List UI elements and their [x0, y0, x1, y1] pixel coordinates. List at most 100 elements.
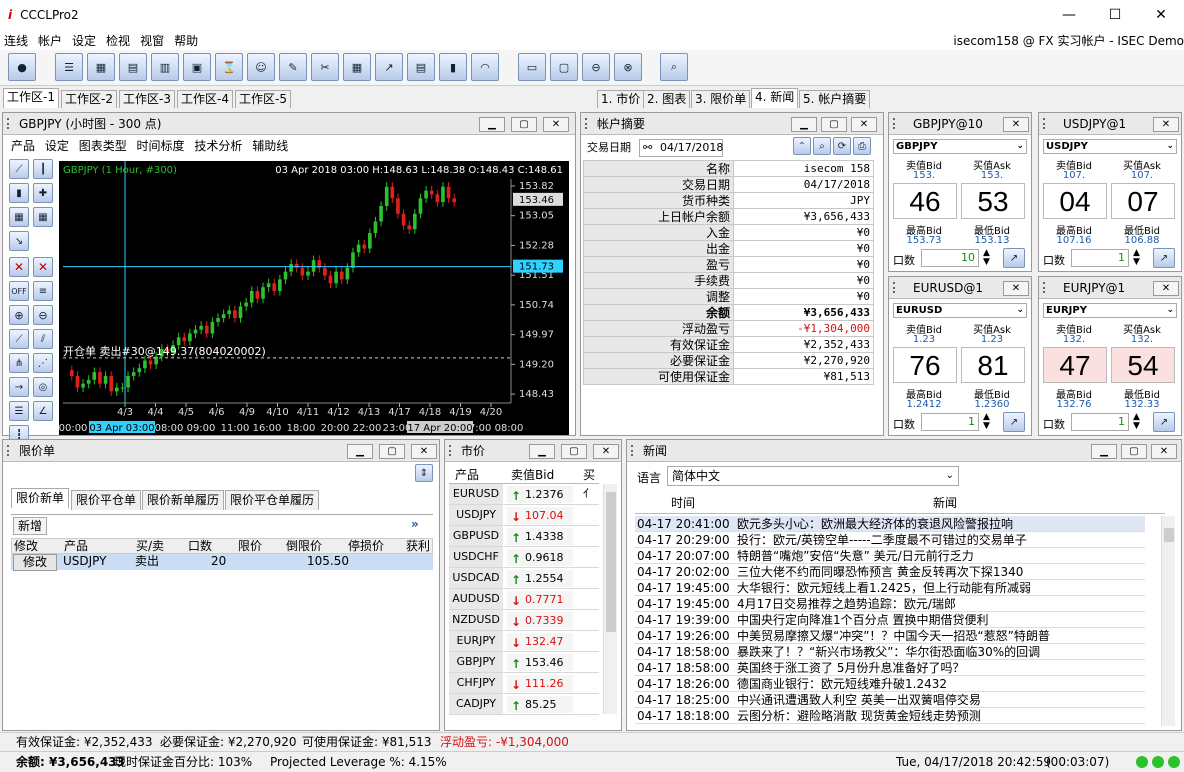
zoom-in-icon[interactable]: ⊕ [9, 305, 29, 325]
channel-icon[interactable]: ⫽ [33, 329, 53, 349]
chart-menu-settings[interactable]: 设定 [45, 139, 69, 153]
market-close-button[interactable]: ✕ [593, 444, 619, 459]
quote-close-button[interactable]: ✕ [1003, 117, 1029, 132]
maximize-button[interactable]: ☐ [1092, 0, 1138, 30]
tab-workspace-1[interactable]: 工作区-1 [3, 88, 59, 108]
arc-icon[interactable]: ◎ [33, 377, 53, 397]
book-icon[interactable]: ▤ [119, 53, 147, 81]
expand-icon[interactable]: » [411, 517, 419, 531]
tools-icon[interactable]: ✂ [311, 53, 339, 81]
chart-close-button[interactable]: ✕ [543, 117, 569, 132]
menu-help[interactable]: 帮助 [174, 32, 198, 49]
table-icon[interactable]: ▦ [343, 53, 371, 81]
quote-close-button[interactable]: ✕ [1153, 117, 1179, 132]
market-bid[interactable]: ↓ 132.47 [507, 633, 573, 650]
tab-limit-close-history[interactable]: 限价平仓单履历 [225, 490, 320, 510]
buy-button[interactable]: 81 [961, 347, 1025, 383]
limit-close-button[interactable]: ✕ [411, 444, 437, 459]
news-item[interactable]: 04-17 18:58:00 英国终于涨工资了 5月份升息准备好了吗？ [635, 660, 1145, 676]
news-scrollbar[interactable] [1161, 516, 1175, 726]
grid-icon[interactable]: ▦ [9, 207, 29, 227]
qty-input[interactable]: 1 [921, 413, 979, 431]
qty-stepper[interactable]: ▲ ▼ [1133, 413, 1140, 431]
news-item[interactable]: 04-17 18:26:00 德国商业银行：欧元短线难升破1.2432 [635, 676, 1145, 692]
list-item[interactable]: USDCHF ↑ 0.9618 [449, 547, 599, 568]
pitchfork-icon[interactable]: ⋔ [9, 353, 29, 373]
sell-button[interactable]: 04 [1043, 183, 1107, 219]
tab-limit-new[interactable]: 限价新单 [11, 488, 70, 508]
window-close-icon[interactable]: ⊗ [614, 53, 642, 81]
news-item[interactable]: 04-17 18:58:00 暴跌来了！？“新兴市场教父”：华尔街恐面临30%的回… [635, 644, 1145, 660]
layout-icon[interactable]: ▭ [518, 53, 546, 81]
buy-button[interactable]: 54 [1111, 347, 1175, 383]
list-icon[interactable]: ☰ [55, 53, 83, 81]
news-lang-select[interactable]: 简体中文 ⌄ [667, 466, 959, 486]
market-bid[interactable]: ↑ 153.46 [507, 654, 573, 671]
order-icon[interactable]: ▣ [183, 53, 211, 81]
news-item[interactable]: 04-17 18:18:00 云图分析：避险略消散 现货黄金短线走势预测 [635, 708, 1145, 724]
list-item[interactable]: USDCAD ↑ 1.2554 [449, 568, 599, 589]
news-item[interactable]: 04-17 20:02:00 三位大佬不约而同曝恐怖预言 黄金反转再次下探1340 [635, 564, 1145, 580]
tab-view-limit[interactable]: 3. 限价单 [691, 90, 751, 108]
market-bid[interactable]: ↑ 0.9618 [507, 549, 573, 566]
search-icon[interactable]: ⌕ [813, 137, 831, 155]
chart-minimize-button[interactable]: ▁ [479, 117, 505, 132]
list-item[interactable]: CADJPY ↑ 85.25 [449, 694, 599, 715]
crosshair-icon[interactable]: ✚ [33, 183, 53, 203]
connect-icon[interactable]: ● [8, 53, 36, 81]
market-bid[interactable]: ↓ 0.7339 [507, 612, 573, 629]
list-item[interactable]: NZDUSD ↓ 0.7339 [449, 610, 599, 631]
menu-connect[interactable]: 连线 [4, 32, 28, 49]
list-item[interactable]: USDJPY ↓ 107.04 [449, 505, 599, 526]
window-minus-icon[interactable]: ⊖ [582, 53, 610, 81]
buy-button[interactable]: 07 [1111, 183, 1175, 219]
menu-account[interactable]: 帐户 [38, 32, 62, 49]
quote-symbol-select[interactable]: EURUSD ⌄ [893, 303, 1027, 318]
tab-limit-close[interactable]: 限价平仓单 [71, 490, 142, 510]
candle-tool-icon[interactable]: ▮ [9, 183, 29, 203]
tab-limit-new-history[interactable]: 限价新单履历 [142, 490, 225, 510]
news-item[interactable]: 04-17 19:26:00 中美贸易摩擦又爆“冲突”！？中国今天一招恐“惹怒”特… [635, 628, 1145, 644]
quote-symbol-select[interactable]: GBPJPY ⌄ [893, 139, 1027, 154]
chart-restore-button[interactable]: ▢ [511, 117, 537, 132]
qty-stepper[interactable]: ▲ ▼ [1133, 249, 1140, 267]
account-date-picker[interactable]: ⚯ 04/17/2018 [639, 139, 723, 157]
news-item[interactable]: 04-17 19:45:00 4月17日交易推荐之趋势追踪：欧元/瑞郎 [635, 596, 1145, 612]
chart-menu-type[interactable]: 图表类型 [79, 139, 127, 153]
angle-icon[interactable]: ∠ [33, 401, 53, 421]
qty-stepper[interactable]: ▲ ▼ [983, 249, 990, 267]
scroll-arrows-icon[interactable]: ⇕ [415, 464, 433, 482]
bar-chart-icon[interactable]: ▮ [439, 53, 467, 81]
account-minimize-button[interactable]: ▁ [791, 117, 817, 132]
calendar-icon[interactable]: ▥ [151, 53, 179, 81]
quote-close-button[interactable]: ✕ [1003, 281, 1029, 296]
indicator-icon[interactable]: ↘ [9, 231, 29, 251]
tab-workspace-5[interactable]: 工作区-5 [235, 90, 291, 108]
user-icon[interactable]: ☺ [247, 53, 275, 81]
ray-icon[interactable]: → [9, 377, 29, 397]
list-item[interactable]: GBPUSD ↑ 1.4338 [449, 526, 599, 547]
buy-button[interactable]: 53 [961, 183, 1025, 219]
grid2-icon[interactable]: ▦ [33, 207, 53, 227]
qty-input[interactable]: 1 [1071, 249, 1129, 267]
tab-view-account[interactable]: 5. 帐户摘要 [799, 90, 871, 108]
quote-close-button[interactable]: ✕ [1153, 281, 1179, 296]
list-item[interactable]: EURUSD ↑ 1.2376 [449, 484, 599, 505]
chart-menu-technical[interactable]: 技术分析 [194, 139, 242, 153]
quote-board-icon[interactable]: ▦ [87, 53, 115, 81]
line-chart-icon[interactable]: ↗ [375, 53, 403, 81]
sell-button[interactable]: 47 [1043, 347, 1107, 383]
tab-view-chart[interactable]: 2. 图表 [643, 90, 691, 108]
scroll-thumb[interactable] [1164, 528, 1174, 542]
chart-icon[interactable]: ↗ [1153, 248, 1175, 268]
delete-icon[interactable]: ✕ [9, 257, 29, 277]
market-bid[interactable]: ↓ 111.26 [507, 675, 573, 692]
account-restore-button[interactable]: ▢ [821, 117, 847, 132]
market-bid[interactable]: ↓ 0.7771 [507, 591, 573, 608]
market-bid[interactable]: ↑ 1.2554 [507, 570, 573, 587]
chart-menu-lines[interactable]: 辅助线 [252, 139, 288, 153]
news-item[interactable]: 04-17 20:41:00 欧元多头小心：欧洲最大经济体的衰退风险警报拉响 [635, 516, 1145, 532]
sell-button[interactable]: 46 [893, 183, 957, 219]
menu-view[interactable]: 检视 [106, 32, 130, 49]
signal-icon[interactable]: ◠ [471, 53, 499, 81]
